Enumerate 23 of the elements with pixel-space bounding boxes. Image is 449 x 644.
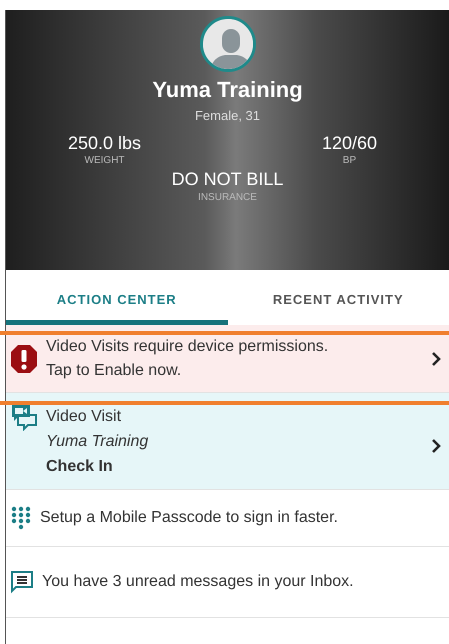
alert-text: Video Visits require device permissions. xyxy=(46,336,328,356)
check-in-label: Check In xyxy=(46,456,114,477)
alert-icon xyxy=(10,344,38,374)
insurance-value: DO NOT BILL xyxy=(170,170,284,190)
video-chat-icon xyxy=(10,403,38,431)
video-visit-row[interactable]: Video Visit Yuma Training Check In xyxy=(6,393,449,490)
message-icon xyxy=(10,569,34,595)
insurance-label: INSURANCE xyxy=(197,191,258,206)
stat-label: WEIGHT xyxy=(84,154,126,168)
patient-name: Yuma Training xyxy=(151,78,304,102)
stat-value: 250.0 lbs xyxy=(68,134,142,154)
inbox-message[interactable]: You have 3 unread messages in your Inbox. xyxy=(42,570,354,594)
passcode-prompt[interactable]: Setup a Mobile Passcode to sign in faster. xyxy=(40,506,338,530)
permission-alert[interactable]: Video Visits require device permissions. Tap to Enable now. xyxy=(6,325,449,393)
keypad-icon xyxy=(10,506,32,530)
patient-details: Female, 31 xyxy=(194,107,262,126)
alert-text: Tap to Enable now. xyxy=(46,360,182,380)
chevron-icon xyxy=(431,439,441,453)
visit-patient: Yuma Training xyxy=(46,432,148,452)
stat-label: BP xyxy=(342,154,358,168)
visit-title: Video Visit xyxy=(46,407,122,427)
chevron-icon xyxy=(431,352,441,366)
stat-value: 120/60 xyxy=(322,134,377,154)
